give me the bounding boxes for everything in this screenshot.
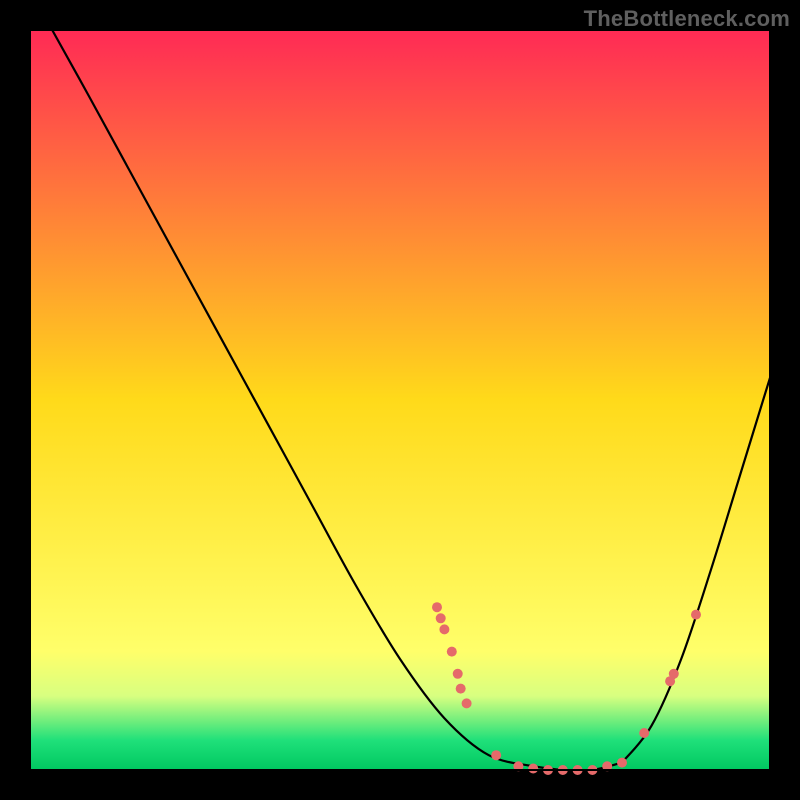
marker-dot <box>462 698 472 708</box>
marker-dot <box>491 750 501 760</box>
marker-dot <box>432 602 442 612</box>
attribution-watermark: TheBottleneck.com <box>584 6 790 32</box>
marker-dot <box>447 647 457 657</box>
marker-dot <box>691 610 701 620</box>
marker-dot <box>453 669 463 679</box>
marker-dot <box>617 758 627 768</box>
marker-dot <box>669 669 679 679</box>
chart-stage: TheBottleneck.com <box>0 0 800 800</box>
marker-dot <box>439 624 449 634</box>
marker-dot <box>528 764 538 774</box>
chart-svg <box>0 0 800 800</box>
marker-dot <box>436 613 446 623</box>
marker-dot <box>456 684 466 694</box>
marker-dot <box>639 728 649 738</box>
